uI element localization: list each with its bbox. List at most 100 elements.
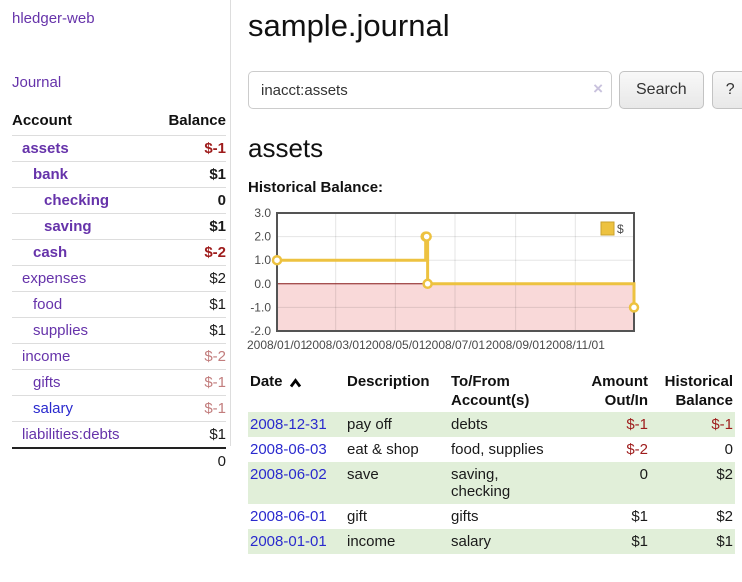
svg-text:2.0: 2.0 bbox=[254, 230, 271, 244]
account-link-assets[interactable]: assets bbox=[22, 140, 69, 157]
register-row: 2008-06-02 save saving, checking 0 $2 bbox=[248, 462, 735, 504]
account-link-gifts[interactable]: gifts bbox=[33, 374, 61, 391]
account-row: food $1 bbox=[12, 292, 226, 318]
transaction-description: eat & shop bbox=[345, 437, 449, 462]
transaction-balance: 0 bbox=[650, 437, 735, 462]
transaction-amount: $1 bbox=[589, 504, 650, 529]
accounts-col-balance: Balance bbox=[151, 112, 226, 136]
account-balance: $-1 bbox=[151, 370, 226, 396]
brand-link[interactable]: hledger-web bbox=[12, 10, 230, 27]
sidebar: hledger-web Journal Account Balance asse… bbox=[0, 0, 231, 446]
register-row: 2008-06-03 eat & shop food, supplies $-2… bbox=[248, 437, 735, 462]
transaction-date-link[interactable]: 2008-06-03 bbox=[250, 441, 327, 458]
search-button[interactable]: Search bbox=[619, 71, 704, 109]
register-row: 2008-01-01 income salary $1 $1 bbox=[248, 529, 735, 554]
transaction-amount: $-2 bbox=[589, 437, 650, 462]
account-balance: $1 bbox=[151, 422, 226, 449]
svg-text:2008/05/01: 2008/05/01 bbox=[365, 338, 425, 352]
sidebar-item-journal[interactable]: Journal bbox=[12, 74, 230, 91]
account-link-checking[interactable]: checking bbox=[44, 192, 109, 209]
svg-text:1.0: 1.0 bbox=[254, 253, 271, 267]
transaction-date-link[interactable]: 2008-12-31 bbox=[250, 416, 327, 433]
svg-text:$: $ bbox=[617, 222, 624, 236]
account-link-salary[interactable]: salary bbox=[33, 400, 73, 417]
account-row: liabilities:debts $1 bbox=[12, 422, 226, 449]
transaction-amount: 0 bbox=[589, 462, 650, 504]
register-row: 2008-06-01 gift gifts $1 $2 bbox=[248, 504, 735, 529]
svg-text:2008/03/01: 2008/03/01 bbox=[306, 338, 366, 352]
search-form: × Search ? bbox=[248, 71, 735, 109]
transaction-accounts: debts bbox=[449, 412, 589, 437]
clear-search-icon[interactable]: × bbox=[593, 79, 603, 99]
account-link-income[interactable]: income bbox=[22, 348, 70, 365]
account-row: assets $-1 bbox=[12, 136, 226, 162]
transaction-accounts: salary bbox=[449, 529, 589, 554]
transaction-balance: $-1 bbox=[650, 412, 735, 437]
svg-text:-2.0: -2.0 bbox=[250, 324, 271, 338]
transaction-description: save bbox=[345, 462, 449, 504]
transaction-amount: $1 bbox=[589, 529, 650, 554]
account-link-supplies[interactable]: supplies bbox=[33, 322, 88, 339]
account-balance: $-2 bbox=[151, 344, 226, 370]
account-link-expenses[interactable]: expenses bbox=[22, 270, 86, 287]
accounts-table: Account Balance assets $-1 bank $1 check… bbox=[12, 112, 226, 474]
transaction-accounts: gifts bbox=[449, 504, 589, 529]
register-col-amount: Amount Out/In bbox=[589, 370, 650, 412]
account-link-liabilities-debts[interactable]: liabilities:debts bbox=[22, 426, 120, 443]
account-row: supplies $1 bbox=[12, 318, 226, 344]
accounts-total-row: 0 bbox=[12, 448, 226, 474]
account-row: salary $-1 bbox=[12, 396, 226, 422]
account-balance: $2 bbox=[151, 266, 226, 292]
transaction-date-link[interactable]: 2008-06-01 bbox=[250, 508, 327, 525]
account-row: income $-2 bbox=[12, 344, 226, 370]
transaction-balance: $2 bbox=[650, 504, 735, 529]
account-balance: $-1 bbox=[151, 396, 226, 422]
transaction-date-link[interactable]: 2008-01-01 bbox=[250, 533, 327, 550]
account-row: gifts $-1 bbox=[12, 370, 226, 396]
account-balance: $1 bbox=[151, 318, 226, 344]
svg-text:3.0: 3.0 bbox=[254, 206, 271, 220]
account-row: cash $-2 bbox=[12, 240, 226, 266]
transaction-balance: $2 bbox=[650, 462, 735, 504]
register-col-balance: Historical Balance bbox=[650, 370, 735, 412]
page-title: sample.journal bbox=[248, 8, 735, 44]
accounts-col-account: Account bbox=[12, 112, 151, 136]
account-page-title: assets bbox=[248, 133, 735, 164]
register-table: Date Description To/From Account(s) Amou… bbox=[248, 370, 735, 554]
account-balance: $-2 bbox=[151, 240, 226, 266]
account-link-bank[interactable]: bank bbox=[33, 166, 68, 183]
transaction-accounts: saving, checking bbox=[449, 462, 589, 504]
account-row: checking 0 bbox=[12, 188, 226, 214]
transaction-description: pay off bbox=[345, 412, 449, 437]
accounts-total-balance: 0 bbox=[151, 448, 226, 474]
register-row: 2008-12-31 pay off debts $-1 $-1 bbox=[248, 412, 735, 437]
transaction-balance: $1 bbox=[650, 529, 735, 554]
register-col-accounts: To/From Account(s) bbox=[449, 370, 589, 412]
register-col-date-sort[interactable]: Date bbox=[250, 372, 302, 391]
account-link-saving[interactable]: saving bbox=[44, 218, 92, 235]
register-col-description: Description bbox=[345, 370, 449, 412]
account-balance: $1 bbox=[151, 292, 226, 318]
account-link-cash[interactable]: cash bbox=[33, 244, 67, 261]
svg-text:2008/01/01: 2008/01/01 bbox=[247, 338, 307, 352]
svg-text:2008/11/01: 2008/11/01 bbox=[546, 338, 605, 352]
transaction-amount: $-1 bbox=[589, 412, 650, 437]
account-balance: $-1 bbox=[151, 136, 226, 162]
account-link-food[interactable]: food bbox=[33, 296, 62, 313]
account-row: expenses $2 bbox=[12, 266, 226, 292]
account-balance: $1 bbox=[151, 214, 226, 240]
transaction-accounts: food, supplies bbox=[449, 437, 589, 462]
accounts-header-row: Account Balance bbox=[12, 112, 226, 136]
account-row: saving $1 bbox=[12, 214, 226, 240]
svg-text:0.0: 0.0 bbox=[254, 277, 271, 291]
transaction-date-link[interactable]: 2008-06-02 bbox=[250, 466, 327, 483]
main-content: sample.journal × Search ? assets Histori… bbox=[248, 0, 735, 554]
account-balance: 0 bbox=[151, 188, 226, 214]
chart-label: Historical Balance: bbox=[248, 179, 735, 196]
register-header-row: Date Description To/From Account(s) Amou… bbox=[248, 370, 735, 412]
register-col-date-label: Date bbox=[250, 372, 283, 391]
help-button[interactable]: ? bbox=[712, 71, 742, 109]
historical-balance-chart: $3.02.01.00.0-1.0-2.02008/01/012008/03/0… bbox=[248, 206, 735, 356]
search-input[interactable] bbox=[248, 71, 612, 109]
search-box: × bbox=[248, 71, 612, 109]
